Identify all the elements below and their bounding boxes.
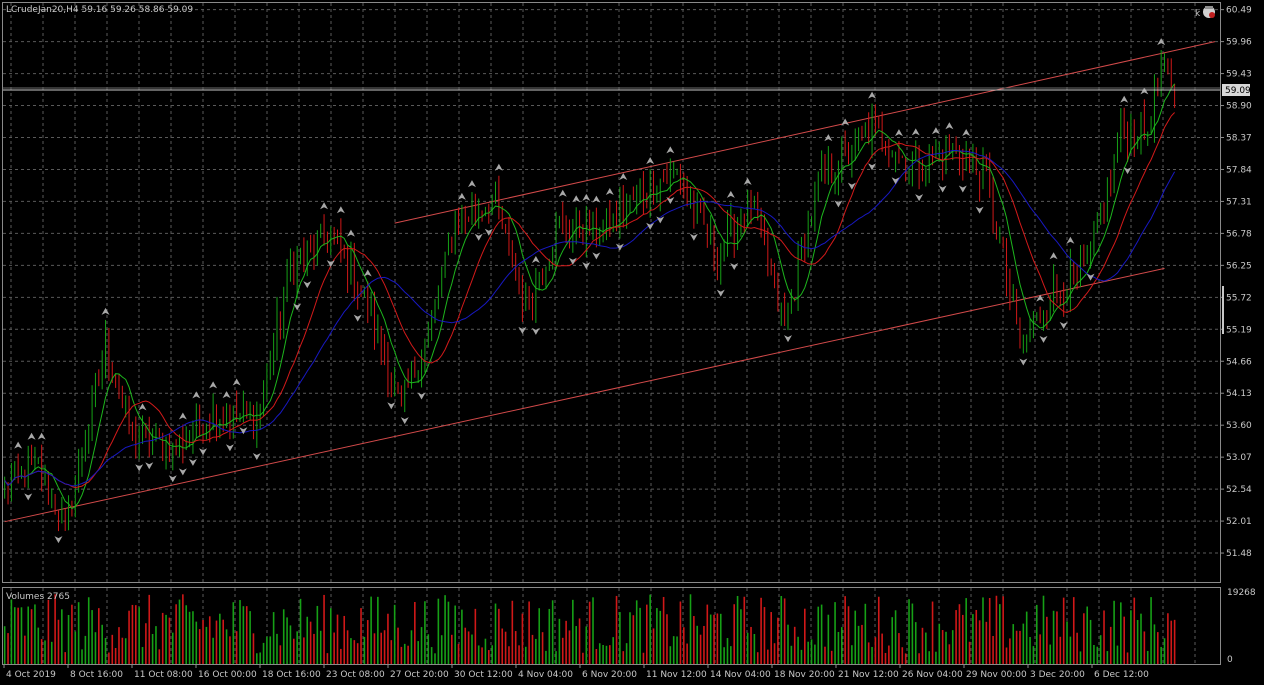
time-tick-label: 23 Oct 08:00 bbox=[326, 670, 385, 680]
price-tick-label: 53.07 bbox=[1226, 453, 1252, 463]
price-tick-label: 55.72 bbox=[1226, 293, 1252, 303]
price-tick-label: 52.01 bbox=[1226, 517, 1252, 527]
time-tick-label: 3 Dec 20:00 bbox=[1030, 670, 1085, 680]
volume-scale-bottom: 0 bbox=[1227, 655, 1233, 665]
price-tick-label: 53.60 bbox=[1226, 421, 1252, 431]
time-tick-label: 30 Oct 12:00 bbox=[454, 670, 513, 680]
price-tick-label: 57.31 bbox=[1226, 197, 1252, 207]
volume-bars bbox=[3, 594, 1176, 664]
time-tick-label: 6 Dec 12:00 bbox=[1094, 670, 1149, 680]
scroll-marker[interactable] bbox=[1222, 286, 1224, 334]
symbol-header: LCrudeJan20,H4 59.16 59.26 58.86 59.09 bbox=[6, 5, 193, 15]
time-tick-label: 6 Nov 20:00 bbox=[582, 670, 637, 680]
time-tick-label: 11 Oct 08:00 bbox=[134, 670, 193, 680]
time-tick-label: 8 Oct 16:00 bbox=[70, 670, 123, 680]
price-tick-label: 58.37 bbox=[1226, 133, 1252, 143]
time-tick-label: 4 Oct 2019 bbox=[6, 670, 56, 680]
price-tick-label: 52.54 bbox=[1226, 485, 1252, 495]
price-tick-label: 56.25 bbox=[1226, 261, 1252, 271]
volume-title: Volumes 2765 bbox=[6, 592, 70, 602]
trading-chart[interactable]: 60.49 59.96 59.43 58.90 58.37 57.84 57.31 56.78… bbox=[0, 0, 1264, 685]
time-tick-label: 18 Oct 16:00 bbox=[262, 670, 321, 680]
time-tick-label: 4 Nov 04:00 bbox=[518, 670, 573, 680]
time-tick-label: 27 Oct 20:00 bbox=[390, 670, 449, 680]
time-tick-label: 21 Nov 12:00 bbox=[838, 670, 899, 680]
time-tick-label: 14 Nov 04:00 bbox=[710, 670, 771, 680]
price-tick-label: 58.90 bbox=[1226, 102, 1252, 112]
price-tick-label: 56.78 bbox=[1226, 229, 1252, 239]
volume-scale-top: 19268 bbox=[1227, 588, 1256, 598]
time-tick-label: 16 Oct 00:00 bbox=[198, 670, 257, 680]
current-price-label: 59.09 bbox=[1225, 86, 1251, 96]
price-tick-label: 57.84 bbox=[1226, 165, 1252, 175]
price-tick-label: 59.43 bbox=[1226, 70, 1252, 80]
corner-k-label: k bbox=[1195, 9, 1201, 19]
price-tick-label: 54.66 bbox=[1226, 357, 1252, 367]
time-tick-label: 11 Nov 12:00 bbox=[646, 670, 707, 680]
price-tick-label: 55.19 bbox=[1226, 325, 1252, 335]
price-tick-label: 51.48 bbox=[1226, 549, 1252, 559]
price-tick-label: 59.96 bbox=[1226, 38, 1252, 48]
price-tick-label: 60.49 bbox=[1226, 6, 1252, 16]
time-tick-label: 26 Nov 04:00 bbox=[902, 670, 963, 680]
price-tick-label: 54.13 bbox=[1226, 389, 1252, 399]
time-tick-label: 29 Nov 00:00 bbox=[966, 670, 1027, 680]
time-tick-label: 18 Nov 20:00 bbox=[774, 670, 835, 680]
robot-icon[interactable] bbox=[1203, 6, 1215, 18]
